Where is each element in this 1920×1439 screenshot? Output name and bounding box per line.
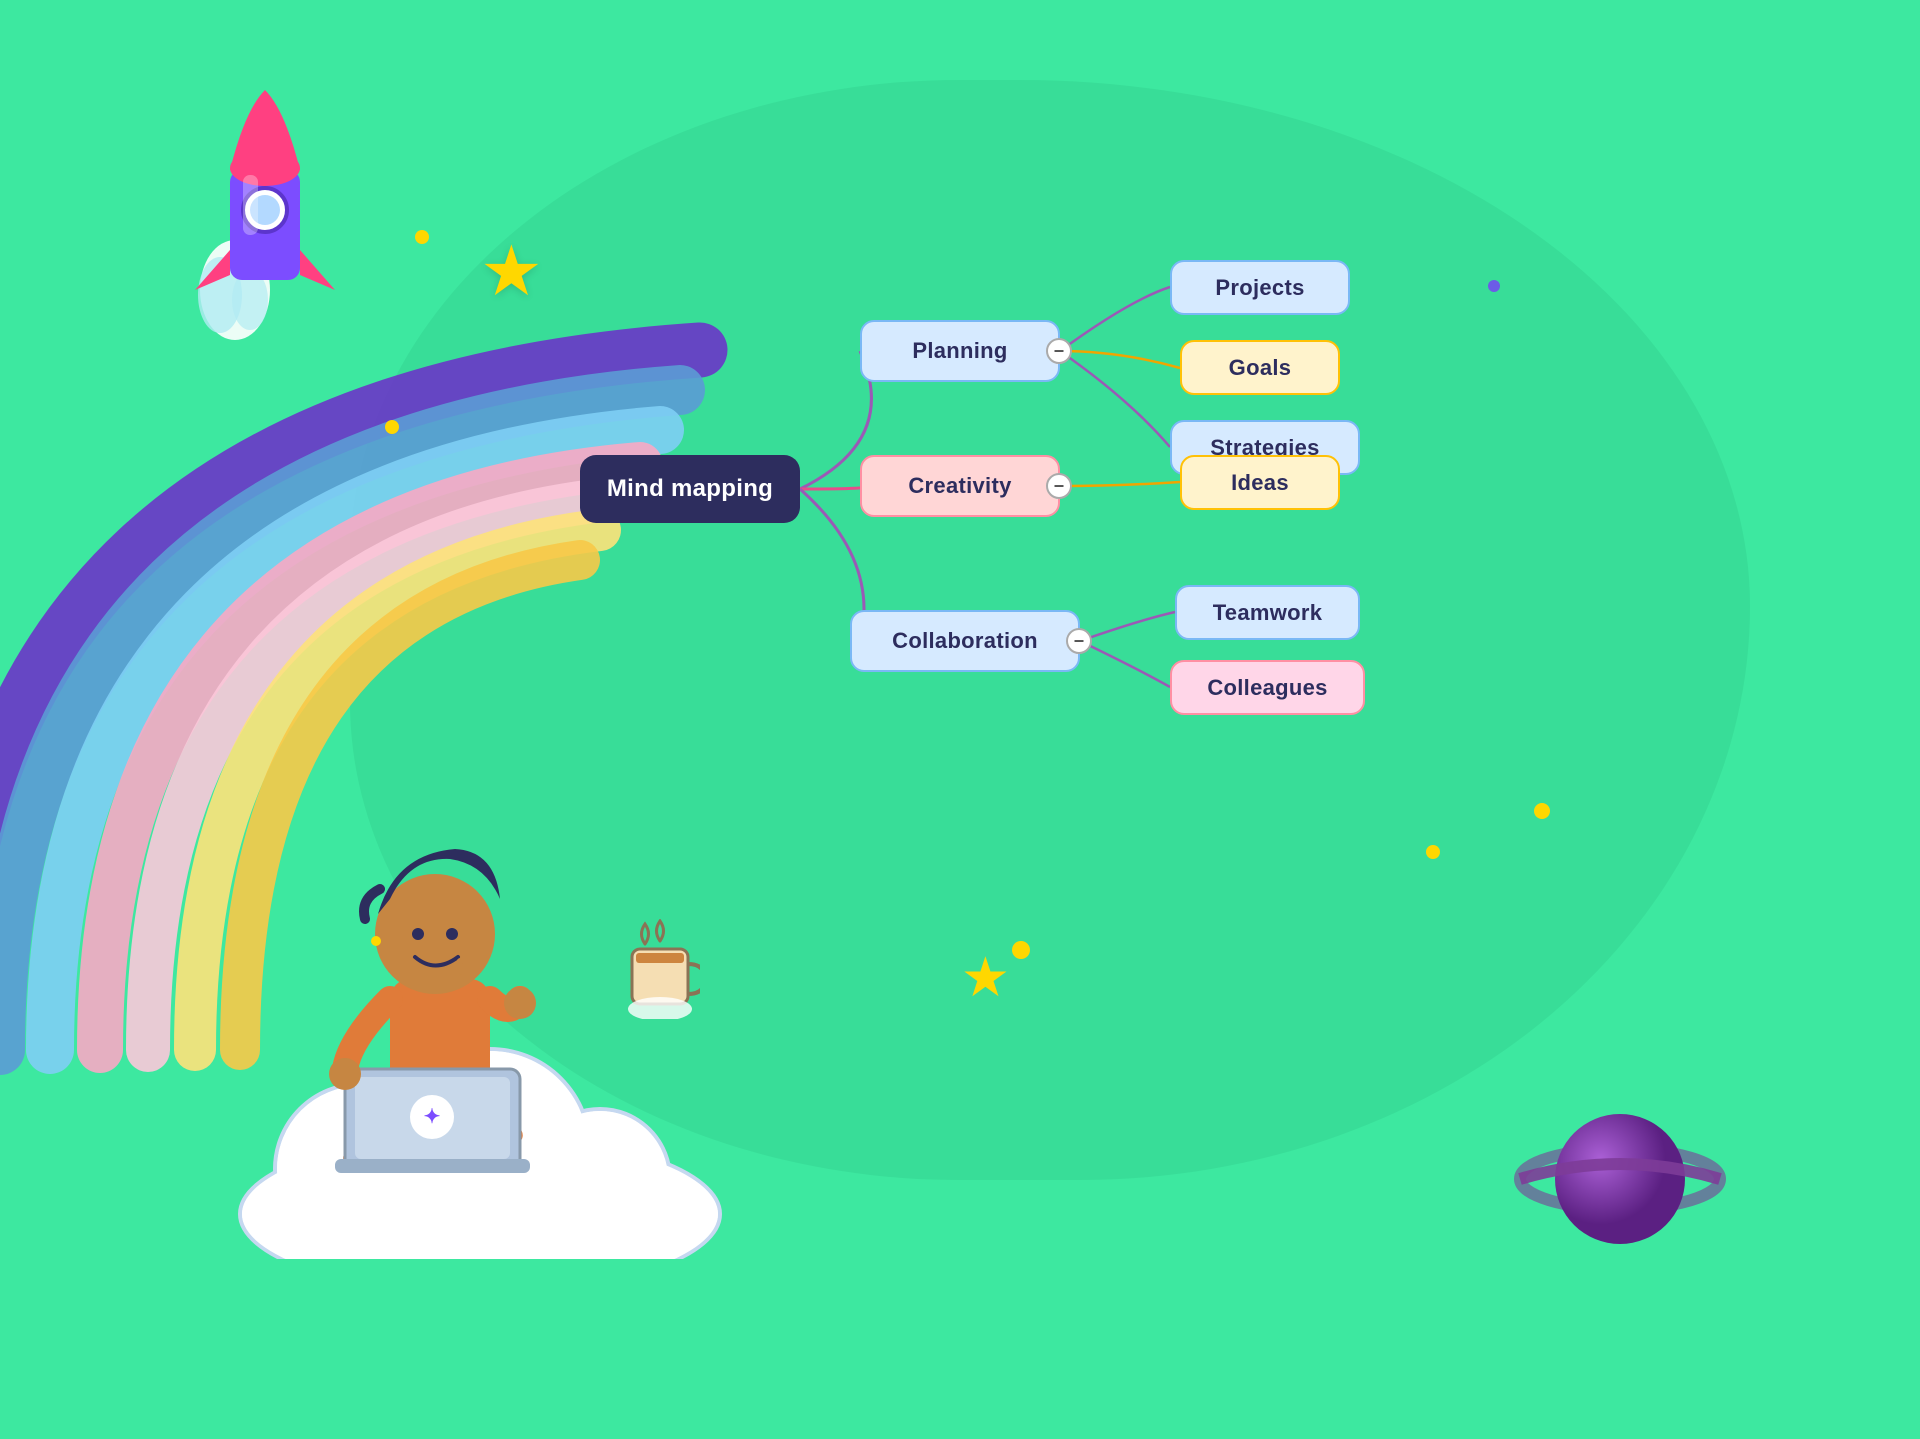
star-decoration-1: ★ bbox=[480, 230, 543, 312]
coffee-cup bbox=[620, 919, 700, 1019]
mindmap-goals-node[interactable]: Goals bbox=[1180, 340, 1340, 395]
dot-decoration-2 bbox=[385, 420, 399, 434]
dot-decoration-6 bbox=[1534, 803, 1550, 819]
mindmap-projects-node[interactable]: Projects bbox=[1170, 260, 1350, 315]
dot-decoration-3 bbox=[1012, 941, 1030, 959]
mindmap-teamwork-node[interactable]: Teamwork bbox=[1175, 585, 1360, 640]
planning-collapse-button[interactable]: − bbox=[1046, 338, 1072, 364]
dot-decoration-4 bbox=[1426, 845, 1440, 859]
person-illustration: ✦ bbox=[310, 759, 590, 1179]
mindmap-container: Mind mapping Planning − Creativity − Col… bbox=[580, 240, 1430, 740]
creativity-collapse-button[interactable]: − bbox=[1046, 473, 1072, 499]
mindmap-planning-node[interactable]: Planning − bbox=[860, 320, 1060, 382]
dot-decoration-5 bbox=[1488, 280, 1500, 292]
mindmap-creativity-node[interactable]: Creativity − bbox=[860, 455, 1060, 517]
mindmap-collaboration-node[interactable]: Collaboration − bbox=[850, 610, 1080, 672]
svg-text:✦: ✦ bbox=[424, 1106, 441, 1128]
rocket-illustration bbox=[155, 80, 375, 340]
planet-illustration bbox=[1510, 1079, 1730, 1279]
star-decoration-2: ★ bbox=[961, 945, 1010, 1009]
collaboration-collapse-button[interactable]: − bbox=[1066, 628, 1092, 654]
dot-decoration-1 bbox=[415, 230, 429, 244]
mindmap-colleagues-node[interactable]: Colleagues bbox=[1170, 660, 1365, 715]
mindmap-center-node[interactable]: Mind mapping bbox=[580, 455, 800, 523]
mindmap-ideas-node[interactable]: Ideas bbox=[1180, 455, 1340, 510]
